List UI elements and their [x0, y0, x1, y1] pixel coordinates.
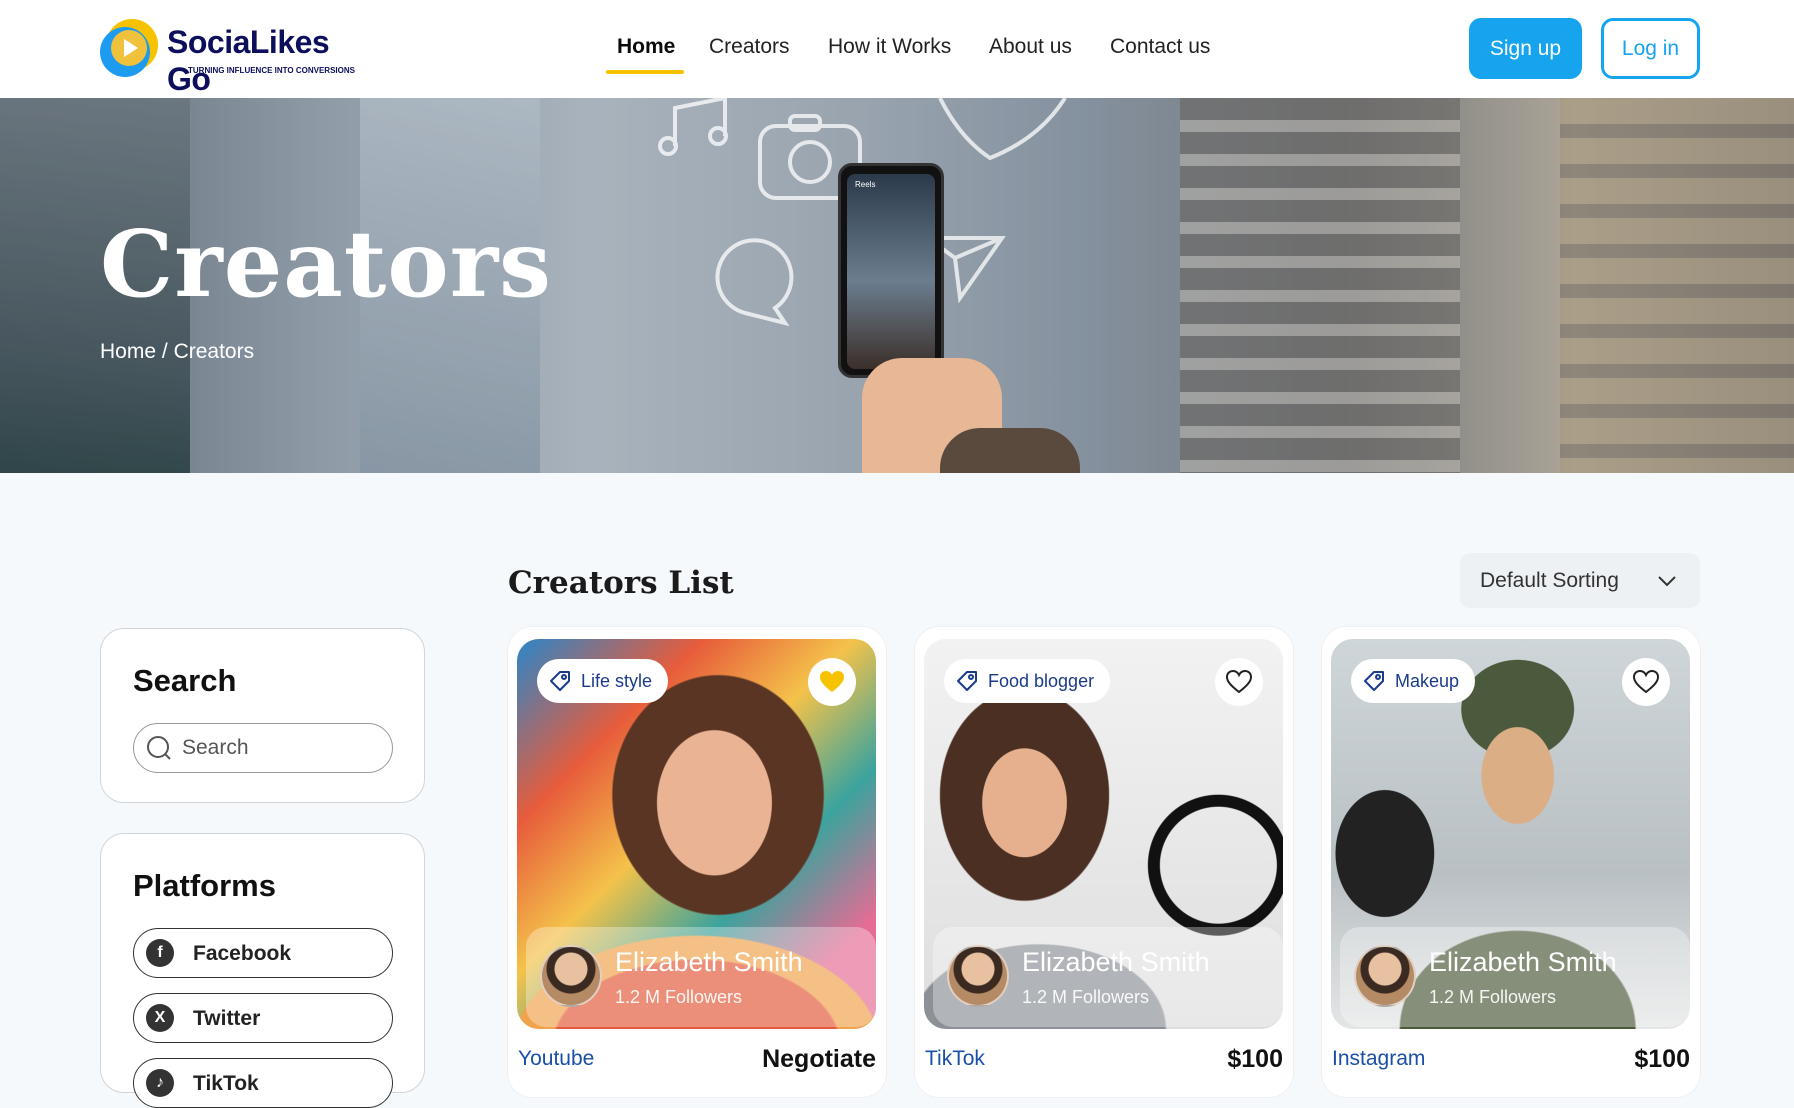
tag-icon [550, 671, 570, 691]
platforms-panel-title: Platforms [133, 868, 276, 903]
nav-how-it-works[interactable]: How it Works [828, 35, 951, 59]
platform-filter-tiktok[interactable]: ♪ TikTok [133, 1058, 393, 1108]
platform-filter-label: Facebook [193, 942, 292, 965]
creator-photo: Makeup Elizabeth Smith 1.2 M Followers [1331, 639, 1690, 1029]
platforms-panel: Platforms f Facebook X Twitter ♪ TikTok [100, 833, 425, 1108]
creator-price: $100 [1227, 1045, 1283, 1073]
creator-name: Elizabeth Smith [1022, 947, 1210, 977]
site-header: SociaLikes Go TURNING INFLUENCE INTO CON… [0, 0, 1794, 98]
creator-photo: Life style Elizabeth Smith 1.2 M Followe… [517, 639, 876, 1029]
platform-filter-twitter[interactable]: X Twitter [133, 993, 393, 1043]
creator-info-panel: Elizabeth Smith 1.2 M Followers [526, 927, 876, 1027]
tag-icon [957, 671, 977, 691]
category-tag-label: Life style [581, 671, 653, 691]
tag-icon [1364, 671, 1384, 691]
creator-card[interactable]: Life style Elizabeth Smith 1.2 M Followe… [508, 627, 886, 1097]
category-tag-label: Makeup [1395, 671, 1460, 691]
heart-outline-icon [938, 98, 1067, 161]
creator-followers: 1.2 M Followers [1429, 987, 1557, 1007]
creator-price: $100 [1634, 1045, 1690, 1073]
nav-active-indicator [606, 70, 684, 74]
music-note-icon [658, 98, 728, 156]
nav-home[interactable]: Home [617, 35, 675, 59]
creator-followers: 1.2 M Followers [615, 987, 743, 1007]
category-tag-label: Food blogger [988, 671, 1095, 691]
search-icon [147, 736, 171, 760]
creator-card[interactable]: Food blogger Elizabeth Smith 1.2 M Follo… [915, 627, 1293, 1097]
nav-creators[interactable]: Creators [709, 35, 790, 59]
category-tag[interactable]: Food blogger [944, 659, 1111, 703]
sort-selected-label: Default Sorting [1480, 569, 1619, 592]
category-tag[interactable]: Makeup [1351, 659, 1476, 703]
breadcrumb: Home / Creators [100, 340, 254, 364]
favorite-button[interactable] [808, 658, 856, 706]
hero-banner: Reels Creators Home / Creators [0, 98, 1794, 473]
chat-bubble-icon [715, 238, 794, 327]
chevron-down-icon [1658, 576, 1676, 587]
phone-screen: Reels [847, 174, 935, 369]
avatar [947, 945, 1009, 1007]
signup-button[interactable]: Sign up [1469, 18, 1582, 79]
search-panel-title: Search [133, 663, 237, 698]
creator-price: Negotiate [762, 1045, 876, 1073]
favorite-button[interactable] [1622, 658, 1670, 706]
creator-name: Elizabeth Smith [1429, 947, 1617, 977]
category-tag[interactable]: Life style [537, 659, 669, 703]
creator-card[interactable]: Makeup Elizabeth Smith 1.2 M Followers I… [1322, 627, 1700, 1097]
platform-filter-label: TikTok [193, 1072, 259, 1095]
facebook-icon: f [146, 939, 174, 967]
breadcrumb-separator: / [161, 340, 168, 363]
page-title: Creators [100, 210, 552, 318]
creator-followers: 1.2 M Followers [1022, 987, 1150, 1007]
tiktok-icon: ♪ [146, 1069, 174, 1097]
creator-info-panel: Elizabeth Smith 1.2 M Followers [1340, 927, 1690, 1027]
breadcrumb-home[interactable]: Home [100, 340, 156, 363]
search-input[interactable] [182, 734, 382, 762]
avatar [1354, 945, 1416, 1007]
login-button[interactable]: Log in [1601, 18, 1700, 79]
creator-platform-link[interactable]: TikTok [925, 1047, 985, 1071]
search-panel: Search [100, 628, 425, 803]
breadcrumb-current: Creators [173, 340, 255, 363]
favorite-button[interactable] [1215, 658, 1263, 706]
heart-outline-icon [1226, 670, 1252, 694]
nav-about-us[interactable]: About us [989, 35, 1072, 59]
phone-app-label: Reels [855, 180, 876, 189]
heart-outline-icon [1633, 670, 1659, 694]
creators-list-title: Creators List [508, 565, 734, 601]
platform-filter-label: Twitter [193, 1007, 261, 1030]
x-twitter-icon: X [146, 1004, 174, 1032]
heart-filled-icon [820, 671, 844, 692]
avatar [540, 945, 602, 1007]
sort-dropdown[interactable]: Default Sorting [1460, 553, 1700, 608]
creator-photo: Food blogger Elizabeth Smith 1.2 M Follo… [924, 639, 1283, 1029]
search-field[interactable] [133, 723, 393, 773]
creator-platform-link[interactable]: Instagram [1332, 1047, 1425, 1071]
creator-name: Elizabeth Smith [615, 947, 803, 977]
nav-contact-us[interactable]: Contact us [1110, 35, 1210, 59]
platform-filter-facebook[interactable]: f Facebook [133, 928, 393, 978]
creator-platform-link[interactable]: Youtube [518, 1047, 594, 1071]
sleeve-image [940, 428, 1080, 473]
creator-info-panel: Elizabeth Smith 1.2 M Followers [933, 927, 1283, 1027]
smartphone-image: Reels [838, 163, 944, 378]
